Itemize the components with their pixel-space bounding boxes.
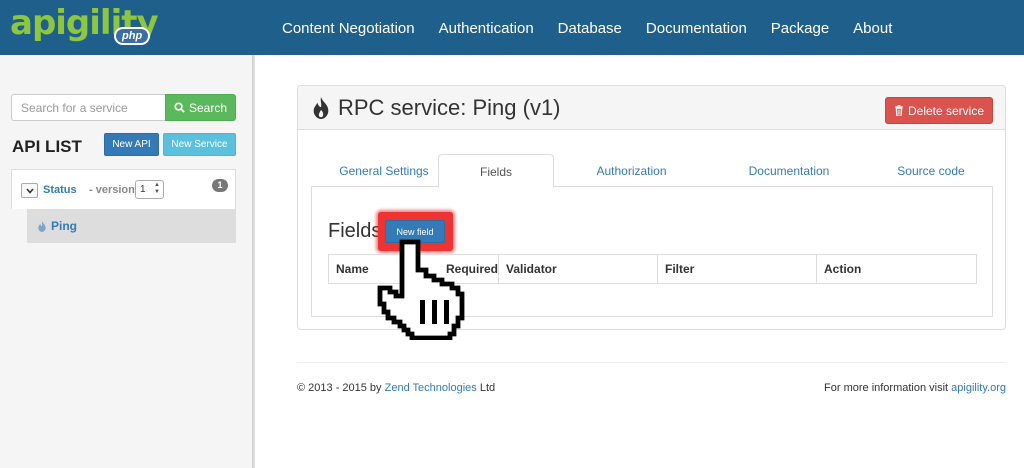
logo-php-badge: php: [114, 27, 151, 45]
service-count-badge: 1: [212, 179, 228, 192]
api-name-link[interactable]: Status: [43, 184, 77, 196]
tab-documentation[interactable]: Documentation: [719, 154, 859, 187]
sidebar-item-label: Ping: [51, 219, 77, 233]
api-list-title: API LIST: [12, 137, 82, 156]
apigility-org-link[interactable]: apigility.org: [951, 382, 1006, 394]
footer-divider: [297, 362, 1006, 363]
page-title: RPC service: Ping (v1): [311, 95, 561, 121]
service-search: Search: [11, 94, 236, 121]
service-tabs: General Settings Fields Authorization Do…: [311, 154, 993, 188]
sidebar: Search API LIST New API New Service Stat…: [0, 55, 252, 468]
new-api-button[interactable]: New API: [104, 133, 159, 156]
info-prefix: For more information visit: [824, 382, 952, 394]
copyright-suffix: Ltd: [476, 382, 496, 394]
nav-documentation[interactable]: Documentation: [634, 0, 759, 55]
updown-arrows-icon: ▲ ▼: [154, 182, 160, 195]
table-header-filter: Filter: [658, 255, 817, 283]
search-icon: [174, 102, 185, 113]
apigility-logo[interactable]: apigility php: [10, 3, 160, 51]
fire-icon: [38, 220, 46, 232]
table-header-validator: Validator: [499, 255, 658, 283]
footer-info: For more information visit apigility.org: [824, 382, 1006, 394]
chevron-down-icon: [25, 188, 34, 194]
tab-general-settings[interactable]: General Settings: [319, 154, 449, 187]
tab-authorization[interactable]: Authorization: [564, 154, 699, 187]
panel-header: RPC service: Ping (v1) Delete service: [298, 86, 1005, 130]
nav-package[interactable]: Package: [759, 0, 841, 55]
sidebar-item-ping[interactable]: Ping: [27, 209, 236, 243]
delete-service-button[interactable]: Delete service: [885, 97, 993, 124]
nav-authentication[interactable]: Authentication: [427, 0, 546, 55]
search-input[interactable]: [11, 94, 165, 121]
fields-heading: Fields: [328, 220, 382, 242]
version-label: - version: [89, 184, 135, 196]
nav-content-negotiation[interactable]: Content Negotiation: [270, 0, 427, 55]
search-button-label: Search: [188, 100, 228, 115]
fire-icon: [313, 97, 329, 119]
footer-copyright: © 2013 - 2015 by Zend Technologies Ltd: [297, 382, 495, 394]
trash-icon: [895, 105, 903, 116]
page-title-text: RPC service: Ping (v1): [338, 95, 561, 120]
copyright-prefix: © 2013 - 2015 by: [297, 382, 385, 394]
version-value: 1: [140, 184, 146, 195]
collapse-toggle-button[interactable]: [21, 183, 38, 198]
new-service-button[interactable]: New Service: [163, 133, 236, 156]
nav-database[interactable]: Database: [546, 0, 634, 55]
nav-about[interactable]: About: [841, 0, 904, 55]
search-button[interactable]: Search: [165, 94, 236, 121]
table-header-action: Action: [824, 262, 862, 276]
delete-button-label: Delete service: [907, 103, 985, 118]
version-select[interactable]: 1 ▲ ▼: [135, 180, 164, 199]
hand-pointer-cursor-icon: [377, 239, 465, 340]
tab-source-code[interactable]: Source code: [871, 154, 991, 187]
api-group-status: Status - version 1 ▲ ▼ 1: [11, 169, 236, 209]
top-navbar: apigility php Content Negotiation Authen…: [0, 0, 1024, 55]
tab-fields[interactable]: Fields: [438, 154, 554, 188]
zend-technologies-link[interactable]: Zend Technologies: [385, 382, 477, 394]
main-nav: Content Negotiation Authentication Datab…: [270, 0, 904, 55]
sidebar-divider: [252, 55, 255, 468]
